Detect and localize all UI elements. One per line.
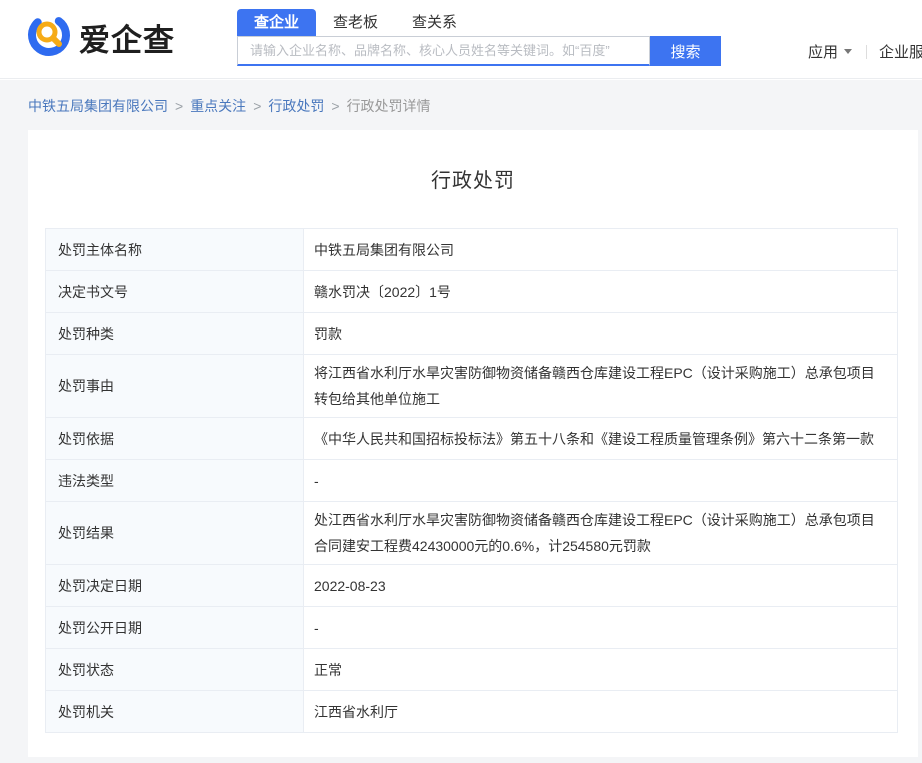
row-label: 处罚依据: [46, 418, 304, 459]
table-row: 处罚依据《中华人民共和国招标投标法》第五十八条和《建设工程质量管理条例》第六十二…: [46, 418, 897, 460]
row-label: 处罚公开日期: [46, 607, 304, 648]
table-row: 决定书文号赣水罚决〔2022〕1号: [46, 271, 897, 313]
page-title: 行政处罚: [28, 164, 918, 193]
table-row: 处罚种类罚款: [46, 313, 897, 355]
row-label: 处罚事由: [46, 355, 304, 417]
row-value: 将江西省水利厅水旱灾害防御物资储备赣西仓库建设工程EPC（设计采购施工）总承包项…: [304, 355, 897, 417]
breadcrumb-current: 行政处罚详情: [347, 98, 431, 114]
page-background: 中铁五局集团有限公司>重点关注>行政处罚>行政处罚详情 行政处罚 处罚主体名称中…: [0, 80, 922, 763]
breadcrumb-separator: >: [253, 98, 261, 114]
row-label: 处罚决定日期: [46, 565, 304, 606]
enterprise-service-link[interactable]: 企业服务: [879, 41, 922, 62]
chevron-down-icon: [844, 49, 852, 54]
row-label: 处罚主体名称: [46, 229, 304, 270]
row-label: 违法类型: [46, 460, 304, 501]
row-value: 正常: [304, 649, 897, 690]
top-header: 爱企查 查企业查老板查关系 搜索 应用 企业服务: [0, 0, 922, 79]
logo-text: 爱企查: [79, 15, 175, 60]
table-row: 处罚状态正常: [46, 649, 897, 691]
row-value: 江西省水利厅: [304, 691, 897, 732]
header-right-links: 应用 企业服务: [808, 41, 922, 62]
tab-1[interactable]: 查老板: [316, 9, 395, 36]
breadcrumb-separator: >: [175, 98, 183, 114]
search-tabs: 查企业查老板查关系: [237, 9, 721, 36]
search-button[interactable]: 搜索: [650, 36, 721, 66]
table-row: 处罚决定日期2022-08-23: [46, 565, 897, 607]
row-value: 中铁五局集团有限公司: [304, 229, 897, 270]
tab-2[interactable]: 查关系: [395, 9, 474, 36]
row-label: 处罚机关: [46, 691, 304, 732]
aiqicha-logo-icon: [26, 12, 72, 63]
breadcrumb: 中铁五局集团有限公司 > 重点关注 > 行政处罚 > 行政处罚详情: [0, 80, 922, 116]
tab-0[interactable]: 查企业: [237, 9, 316, 36]
penalty-detail-table: 处罚主体名称中铁五局集团有限公司决定书文号赣水罚决〔2022〕1号处罚种类罚款处…: [45, 228, 898, 733]
apps-menu[interactable]: 应用: [808, 41, 852, 62]
table-row: 处罚机关江西省水利厅: [46, 691, 897, 732]
row-value: 罚款: [304, 313, 897, 354]
row-label: 决定书文号: [46, 271, 304, 312]
breadcrumb-separator: >: [331, 98, 339, 114]
apps-label: 应用: [808, 41, 838, 62]
row-value: 赣水罚决〔2022〕1号: [304, 271, 897, 312]
table-row: 处罚主体名称中铁五局集团有限公司: [46, 229, 897, 271]
row-value: 处江西省水利厅水旱灾害防御物资储备赣西仓库建设工程EPC（设计采购施工）总承包项…: [304, 502, 897, 564]
row-value: 2022-08-23: [304, 565, 897, 606]
breadcrumb-link-1[interactable]: 重点关注: [190, 98, 246, 114]
row-value: -: [304, 607, 897, 648]
table-row: 处罚结果处江西省水利厅水旱灾害防御物资储备赣西仓库建设工程EPC（设计采购施工）…: [46, 502, 897, 565]
search-area: 查企业查老板查关系 搜索: [237, 9, 721, 66]
breadcrumb-link-0[interactable]: 中铁五局集团有限公司: [28, 98, 168, 114]
table-row: 处罚事由将江西省水利厅水旱灾害防御物资储备赣西仓库建设工程EPC（设计采购施工）…: [46, 355, 897, 418]
row-label: 处罚结果: [46, 502, 304, 564]
search-input[interactable]: [237, 36, 650, 66]
breadcrumb-link-2[interactable]: 行政处罚: [268, 98, 324, 114]
table-row: 处罚公开日期-: [46, 607, 897, 649]
row-label: 处罚种类: [46, 313, 304, 354]
row-label: 处罚状态: [46, 649, 304, 690]
aiqicha-logo[interactable]: 爱企查: [26, 12, 175, 63]
row-value: 《中华人民共和国招标投标法》第五十八条和《建设工程质量管理条例》第六十二条第一款: [304, 418, 897, 459]
table-row: 违法类型-: [46, 460, 897, 502]
divider: [866, 45, 867, 59]
row-value: -: [304, 460, 897, 501]
penalty-detail-card: 行政处罚 处罚主体名称中铁五局集团有限公司决定书文号赣水罚决〔2022〕1号处罚…: [28, 130, 918, 757]
